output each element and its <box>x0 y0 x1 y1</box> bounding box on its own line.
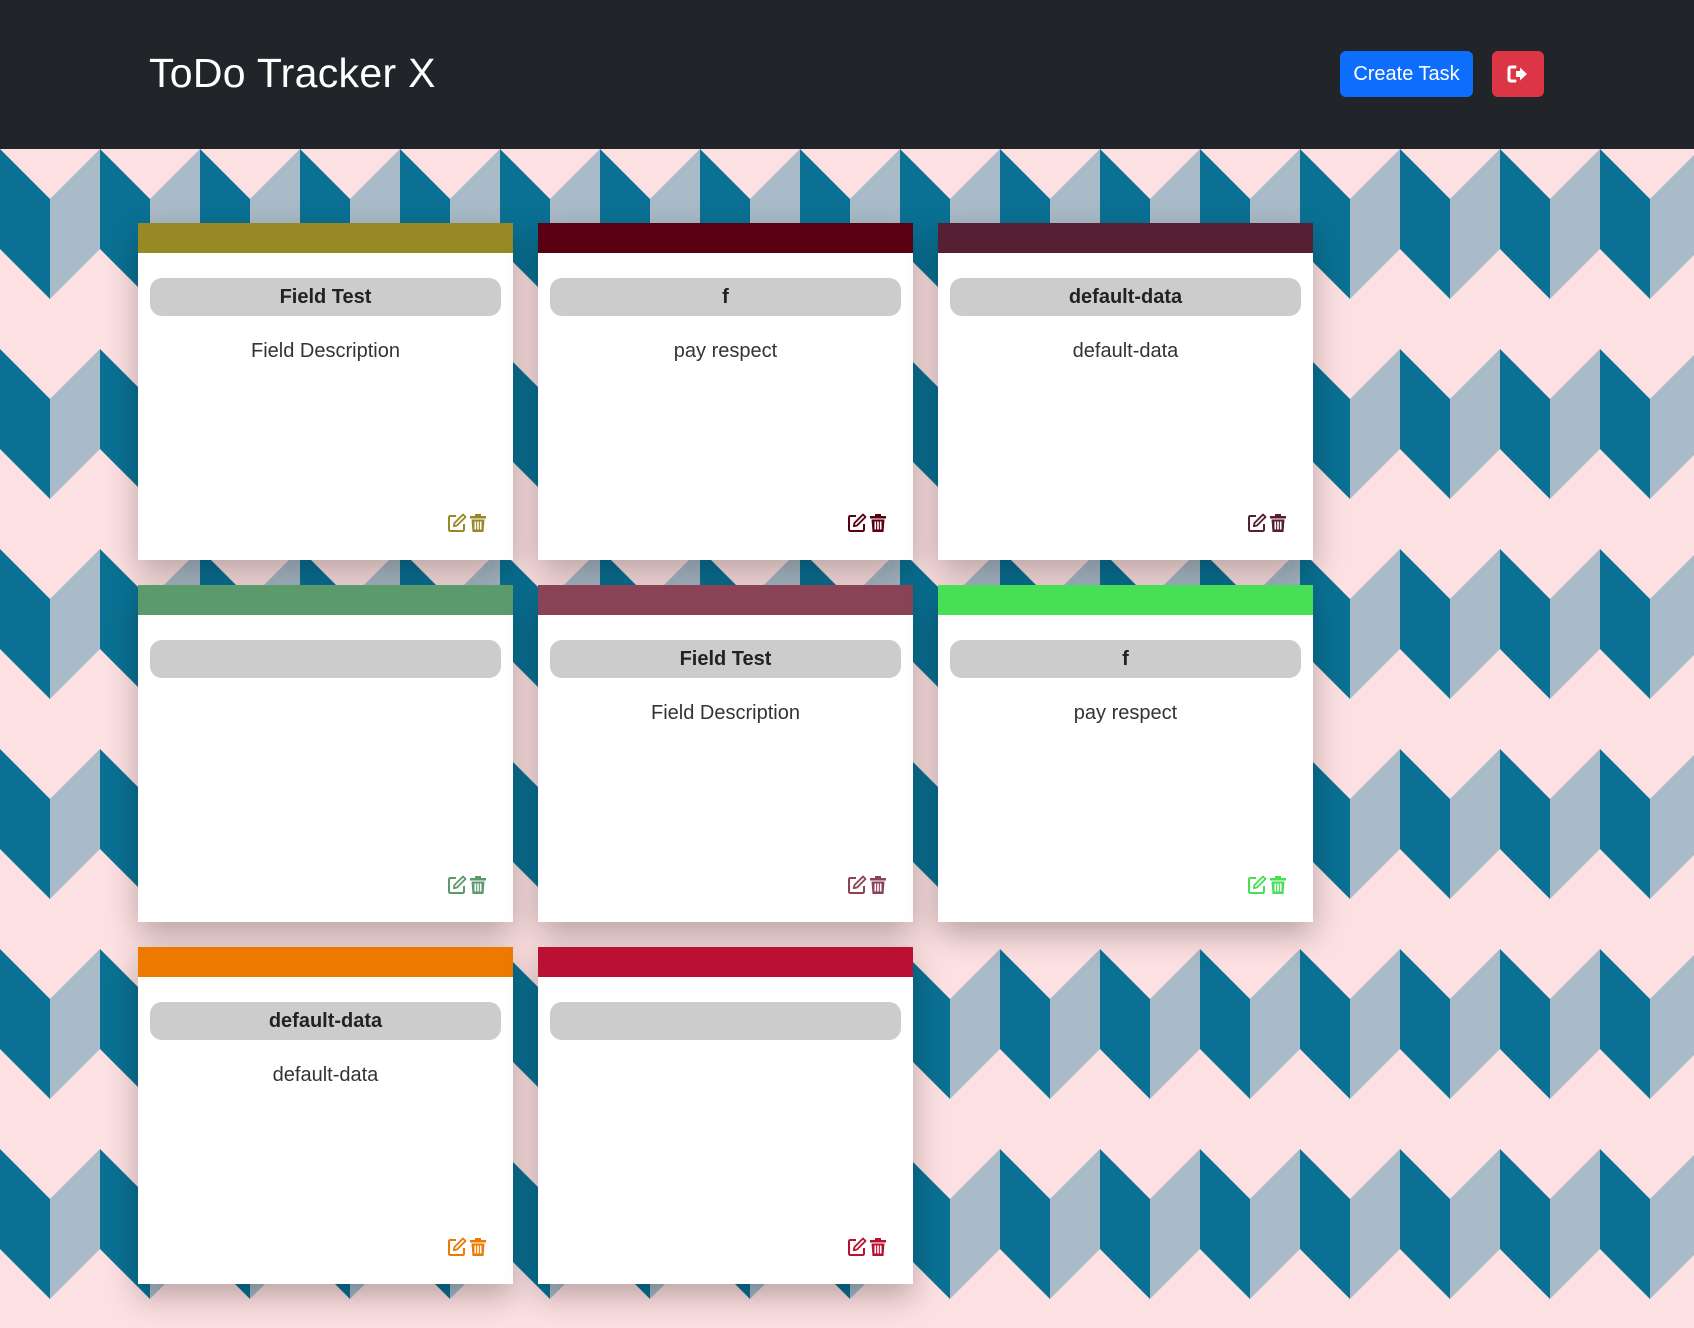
task-actions <box>1247 875 1288 895</box>
task-color-strip <box>538 223 913 253</box>
task-title: Field Test <box>150 278 501 316</box>
task-card: f pay respect <box>538 223 913 560</box>
task-description: pay respect <box>1073 702 1178 724</box>
task-actions <box>847 513 888 533</box>
task-card: f pay respect <box>938 585 1313 922</box>
navbar: ToDo Tracker X Create Task <box>0 0 1694 149</box>
edit-icon[interactable] <box>1247 513 1267 533</box>
task-color-strip <box>538 585 913 615</box>
task-card: Field Test Field Description <box>138 223 513 560</box>
task-actions <box>447 875 488 895</box>
task-title: f <box>950 640 1301 678</box>
task-title: f <box>550 278 901 316</box>
task-card: Field Test Field Description <box>538 585 913 922</box>
task-board: Field Test Field Description f pay respe… <box>0 149 1694 1328</box>
task-actions <box>1247 513 1288 533</box>
task-description: default-data <box>272 1064 379 1086</box>
task-card: default-data default-data <box>938 223 1313 560</box>
task-color-strip <box>538 947 913 977</box>
trash-icon[interactable] <box>868 1237 888 1257</box>
edit-icon[interactable] <box>447 1237 467 1257</box>
edit-icon[interactable] <box>447 875 467 895</box>
task-description: Field Description <box>651 702 800 724</box>
trash-icon[interactable] <box>868 875 888 895</box>
trash-icon[interactable] <box>468 875 488 895</box>
edit-icon[interactable] <box>847 1237 867 1257</box>
task-color-strip <box>938 223 1313 253</box>
app-title: ToDo Tracker X <box>149 50 436 96</box>
task-color-strip <box>138 947 513 977</box>
edit-icon[interactable] <box>1247 875 1267 895</box>
task-card: default-data default-data <box>138 947 513 1284</box>
task-title <box>150 640 501 678</box>
task-actions <box>447 513 488 533</box>
task-title: default-data <box>150 1002 501 1040</box>
task-color-strip <box>938 585 1313 615</box>
edit-icon[interactable] <box>847 513 867 533</box>
task-description: default-data <box>1072 340 1179 362</box>
task-title: default-data <box>950 278 1301 316</box>
task-color-strip <box>138 223 513 253</box>
task-title <box>550 1002 901 1040</box>
trash-icon[interactable] <box>1268 513 1288 533</box>
task-color-strip <box>138 585 513 615</box>
task-actions <box>847 875 888 895</box>
task-actions <box>847 1237 888 1257</box>
trash-icon[interactable] <box>468 513 488 533</box>
sign-out-icon <box>1507 65 1527 83</box>
trash-icon[interactable] <box>468 1237 488 1257</box>
trash-icon[interactable] <box>1268 875 1288 895</box>
task-description: Field Description <box>251 340 400 362</box>
edit-icon[interactable] <box>447 513 467 533</box>
logout-button[interactable] <box>1492 51 1544 97</box>
task-description: pay respect <box>673 340 778 362</box>
task-title: Field Test <box>550 640 901 678</box>
create-task-button[interactable]: Create Task <box>1340 51 1473 97</box>
edit-icon[interactable] <box>847 875 867 895</box>
task-actions <box>447 1237 488 1257</box>
trash-icon[interactable] <box>868 513 888 533</box>
task-card <box>538 947 913 1284</box>
task-card <box>138 585 513 922</box>
